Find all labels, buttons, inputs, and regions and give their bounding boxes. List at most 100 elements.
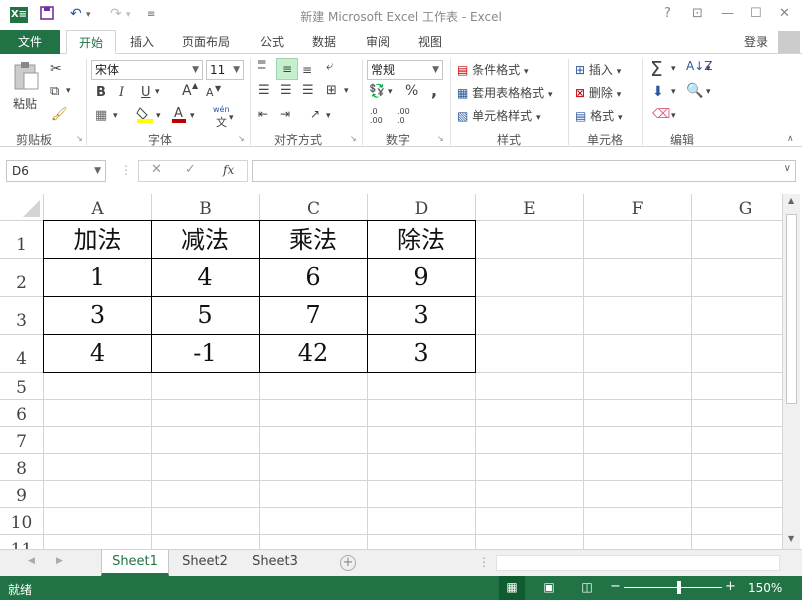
font-launcher-icon[interactable]: ↘ <box>238 134 245 143</box>
table-cell-b3[interactable]: 5 <box>151 296 260 335</box>
table-cell-c2[interactable]: 6 <box>259 258 368 297</box>
zoom-in-icon[interactable]: + <box>725 579 736 594</box>
maximize-button[interactable]: ☐ <box>750 6 762 21</box>
table-cell-b1[interactable]: 减法 <box>151 220 260 259</box>
cancel-icon[interactable]: ✕ <box>151 162 162 177</box>
insert-cells-button[interactable]: ⊞ 插入 ▾ <box>575 61 621 78</box>
enter-icon[interactable]: ✓ <box>185 162 196 177</box>
insert-function-button[interactable]: fx <box>223 163 234 177</box>
wrap-text-icon[interactable]: ⤶ <box>326 59 333 74</box>
copy-icon[interactable]: ⧉ <box>50 84 59 99</box>
clipboard-launcher-icon[interactable]: ↘ <box>76 134 83 143</box>
formula-input[interactable]: ∨ <box>252 160 796 182</box>
table-cell-c1[interactable]: 乘法 <box>259 220 368 259</box>
align-bottom-icon[interactable]: ≡ <box>302 63 312 77</box>
bold-button[interactable]: B <box>96 85 106 100</box>
login-link[interactable]: 登录 <box>744 33 768 50</box>
table-cell-d2[interactable]: 9 <box>367 258 476 297</box>
format-painter-icon[interactable]: 🖌 <box>51 107 68 122</box>
table-cell-d3[interactable]: 3 <box>367 296 476 335</box>
currency-dropdown-icon[interactable]: ▾ <box>388 87 393 97</box>
fill-down-icon[interactable]: ⬇ <box>652 84 664 100</box>
comma-button[interactable]: , <box>431 81 437 100</box>
format-as-table-button[interactable]: ▦ 套用表格格式 ▾ <box>457 84 553 101</box>
number-launcher-icon[interactable]: ↘ <box>437 134 444 143</box>
orientation-dropdown-icon[interactable]: ▾ <box>326 111 331 121</box>
delete-cells-button[interactable]: ⊠ 删除 ▾ <box>575 84 621 101</box>
row-header-2[interactable]: 2 <box>0 259 44 297</box>
row-header-8[interactable]: 8 <box>0 454 44 481</box>
table-cell-a2[interactable]: 1 <box>43 258 152 297</box>
copy-dropdown-icon[interactable]: ▾ <box>66 86 71 96</box>
minimize-button[interactable]: — <box>721 6 734 21</box>
scroll-down-icon[interactable]: ▼ <box>788 534 794 543</box>
row-header-6[interactable]: 6 <box>0 400 44 427</box>
fill-dropdown-icon[interactable]: ▾ <box>671 87 676 97</box>
conditional-format-button[interactable]: ▤ 条件格式 ▾ <box>457 61 529 78</box>
tab-review[interactable]: 审阅 <box>366 30 390 54</box>
close-button[interactable]: ✕ <box>779 6 790 21</box>
zoom-level[interactable]: 150% <box>748 581 782 595</box>
column-header-e[interactable]: E <box>476 194 584 221</box>
increase-decimal-button[interactable]: .0 .00 <box>370 107 390 125</box>
phonetic-dropdown-icon[interactable]: ▾ <box>229 113 234 123</box>
column-header-f[interactable]: F <box>584 194 692 221</box>
align-left-icon[interactable]: ☰ <box>258 83 270 98</box>
grow-font-button[interactable]: A <box>182 83 192 99</box>
table-cell-c4[interactable]: 42 <box>259 334 368 373</box>
expand-formula-icon[interactable]: ∨ <box>784 163 791 174</box>
tab-file[interactable]: 文件 <box>0 30 60 54</box>
shrink-font-button[interactable]: A <box>206 86 214 99</box>
zoom-out-icon[interactable]: − <box>610 579 621 594</box>
scroll-up-icon[interactable]: ▲ <box>788 196 794 205</box>
underline-dropdown-icon[interactable]: ▾ <box>155 87 160 97</box>
align-center-icon[interactable]: ☰ <box>280 83 292 98</box>
tab-formulas[interactable]: 公式 <box>260 30 284 54</box>
row-header-9[interactable]: 9 <box>0 481 44 508</box>
clear-icon[interactable]: ⌫ <box>652 107 670 122</box>
merge-center-icon[interactable]: ⊞ <box>326 83 337 98</box>
currency-icon[interactable]: 💱 <box>369 84 385 99</box>
row-header-7[interactable]: 7 <box>0 427 44 454</box>
underline-button[interactable]: U <box>141 85 151 100</box>
phonetic-wen-label[interactable]: wén <box>213 105 230 114</box>
row-header-3[interactable]: 3 <box>0 297 44 335</box>
find-select-icon[interactable]: 🔍 <box>686 83 703 99</box>
format-cells-button[interactable]: ▤ 格式 ▾ <box>575 107 623 124</box>
next-sheet-icon[interactable]: ▶ <box>56 556 63 566</box>
tab-home[interactable]: 开始 <box>66 30 117 54</box>
zoom-slider-track[interactable] <box>624 587 722 588</box>
sheet-tab-3[interactable]: Sheet3 <box>241 550 309 576</box>
merge-dropdown-icon[interactable]: ▾ <box>344 86 349 96</box>
borders-dropdown-icon[interactable]: ▾ <box>113 111 118 121</box>
find-dropdown-icon[interactable]: ▾ <box>706 87 711 97</box>
align-right-icon[interactable]: ☰ <box>302 83 314 98</box>
font-color-dropdown-icon[interactable]: ▾ <box>190 111 195 121</box>
row-header-11[interactable]: 11 <box>0 535 44 549</box>
column-header-a[interactable]: A <box>44 194 152 221</box>
worksheet-grid[interactable]: ABCDEFG1234567891011加法减法乘法除法146935734-14… <box>0 194 782 549</box>
table-cell-b4[interactable]: -1 <box>151 334 260 373</box>
autosum-dropdown-icon[interactable]: ▾ <box>671 64 676 74</box>
column-header-c[interactable]: C <box>260 194 368 221</box>
column-header-d[interactable]: D <box>368 194 476 221</box>
align-top-icon[interactable]: ═ ─ <box>258 56 265 74</box>
tab-page-layout[interactable]: 页面布局 <box>182 30 230 54</box>
table-cell-c3[interactable]: 7 <box>259 296 368 335</box>
align-middle-icon[interactable]: ≡ <box>276 58 298 80</box>
alignment-launcher-icon[interactable]: ↘ <box>350 134 357 143</box>
table-cell-d1[interactable]: 除法 <box>367 220 476 259</box>
table-cell-a4[interactable]: 4 <box>43 334 152 373</box>
fill-dropdown-icon[interactable]: ▾ <box>156 111 161 121</box>
table-cell-b2[interactable]: 4 <box>151 258 260 297</box>
paste-button[interactable] <box>12 61 40 96</box>
autosum-icon[interactable]: Σ <box>650 57 663 81</box>
font-size-select[interactable]: 11 ▼ <box>206 60 244 80</box>
row-header-10[interactable]: 10 <box>0 508 44 535</box>
tab-split-grip-icon[interactable]: ⋮ <box>478 555 490 569</box>
tab-insert[interactable]: 插入 <box>130 30 154 54</box>
add-sheet-icon[interactable]: + <box>340 555 356 571</box>
page-break-view-icon[interactable]: ◫ <box>576 576 598 600</box>
ribbon-display-button[interactable]: ⊡ <box>692 6 703 21</box>
tab-view[interactable]: 视图 <box>418 30 442 54</box>
